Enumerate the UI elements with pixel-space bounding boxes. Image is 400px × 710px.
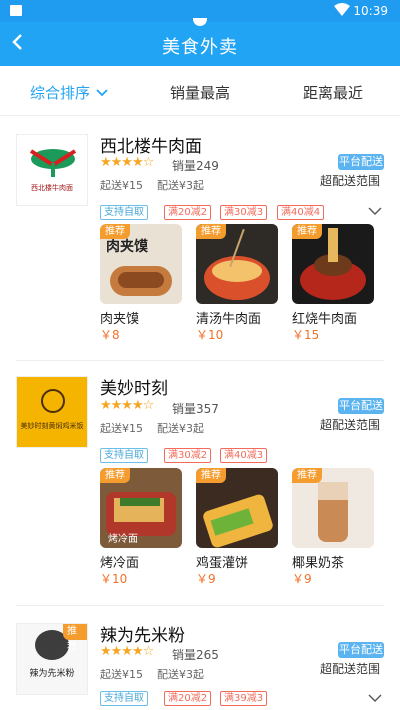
recommend-badge: 推荐 (63, 624, 87, 653)
platform-delivery-badge: 平台配送 (338, 398, 384, 414)
sales-count: 销量265 (172, 648, 219, 662)
delivery-range: 超配送范围 (320, 174, 381, 188)
food-image: 推荐 (292, 468, 374, 548)
sort-bar: 综合排序 销量最高 距离最近 (0, 66, 400, 116)
promo-tag: 满20减2 (164, 691, 212, 706)
food-image: 推荐 烤冷面 (100, 468, 182, 548)
shop-name[interactable]: 辣为先米粉 (100, 621, 185, 646)
promo-tag: 满30减3 (220, 205, 268, 220)
food-price: ￥10 (100, 572, 128, 586)
food-image: 推荐 (196, 224, 278, 304)
shop-logo: 美妙时刻黄焖鸡米饭 (16, 376, 88, 448)
wifi-icon (334, 3, 350, 20)
status-time: 10:39 (353, 4, 388, 18)
food-image: 推荐 肉夹馍 (100, 224, 182, 304)
food-name: 烤冷面 (100, 556, 140, 571)
food-price: ￥9 (196, 572, 216, 586)
min-order-fee: 起送¥15 (100, 668, 143, 681)
min-order-fee: 起送¥15 (100, 422, 143, 435)
food-price: ￥10 (196, 328, 224, 342)
food-price: ￥8 (100, 328, 120, 342)
rating-stars: ★★★★☆ (100, 398, 154, 413)
platform-delivery-badge: 平台配送 (338, 154, 384, 170)
food-name: 红烧牛肉面 (292, 312, 358, 327)
expand-promos-button[interactable] (368, 205, 382, 219)
chevron-down-icon (368, 207, 382, 215)
food-price: ￥9 (292, 572, 312, 586)
shop-name[interactable]: 西北楼牛肉面 (100, 132, 202, 157)
food-name: 鸡蛋灌饼 (196, 556, 249, 571)
page-title: 美食外卖 (162, 37, 238, 58)
food-name: 椰果奶茶 (292, 556, 345, 571)
shop-logo: 西北楼牛肉面 (16, 134, 88, 206)
app-header: 美食外卖 (0, 18, 400, 66)
notification-icon (10, 5, 22, 16)
divider (16, 605, 384, 606)
divider (16, 360, 384, 361)
promo-tag: 支持自取 (100, 448, 148, 463)
promo-tag: 满40减4 (277, 205, 325, 220)
expand-promos-button[interactable] (368, 692, 382, 706)
shop-logo: 辣为先米粉 推荐 (16, 623, 88, 695)
promo-tag: 支持自取 (100, 205, 148, 220)
chevron-down-icon (368, 694, 382, 702)
delivery-fee: 配送¥3起 (157, 179, 204, 192)
shop-logo-image (29, 149, 77, 177)
food-name: 肉夹馍 (100, 312, 140, 327)
sort-sales-tab[interactable]: 销量最高 (170, 82, 230, 103)
sales-count: 销量249 (172, 159, 219, 173)
shop-name[interactable]: 美妙时刻 (100, 374, 168, 399)
min-order-fee: 起送¥15 (100, 179, 143, 192)
promo-tag: 满40减3 (220, 448, 268, 463)
rating-stars: ★★★★☆ (100, 644, 154, 659)
promo-tag: 满30减2 (164, 448, 212, 463)
food-image: 推荐 (196, 468, 278, 548)
sort-distance-tab[interactable]: 距离最近 (303, 82, 363, 103)
platform-delivery-badge: 平台配送 (338, 642, 384, 658)
delivery-range: 超配送范围 (320, 662, 381, 676)
delivery-fee: 配送¥3起 (157, 422, 204, 435)
delivery-fee: 配送¥3起 (157, 668, 204, 681)
promo-tag: 满20减2 (164, 205, 212, 220)
promo-tag: 满39减3 (220, 691, 268, 706)
sort-comprehensive-tab[interactable]: 综合排序 (30, 82, 109, 103)
delivery-range: 超配送范围 (320, 418, 381, 432)
promo-tag: 支持自取 (100, 691, 148, 706)
food-name: 清汤牛肉面 (196, 312, 262, 327)
food-price: ￥15 (292, 328, 320, 342)
sales-count: 销量357 (172, 402, 219, 416)
chevron-down-icon (96, 89, 108, 97)
rating-stars: ★★★★☆ (100, 155, 154, 170)
food-image: 推荐 (292, 224, 374, 304)
